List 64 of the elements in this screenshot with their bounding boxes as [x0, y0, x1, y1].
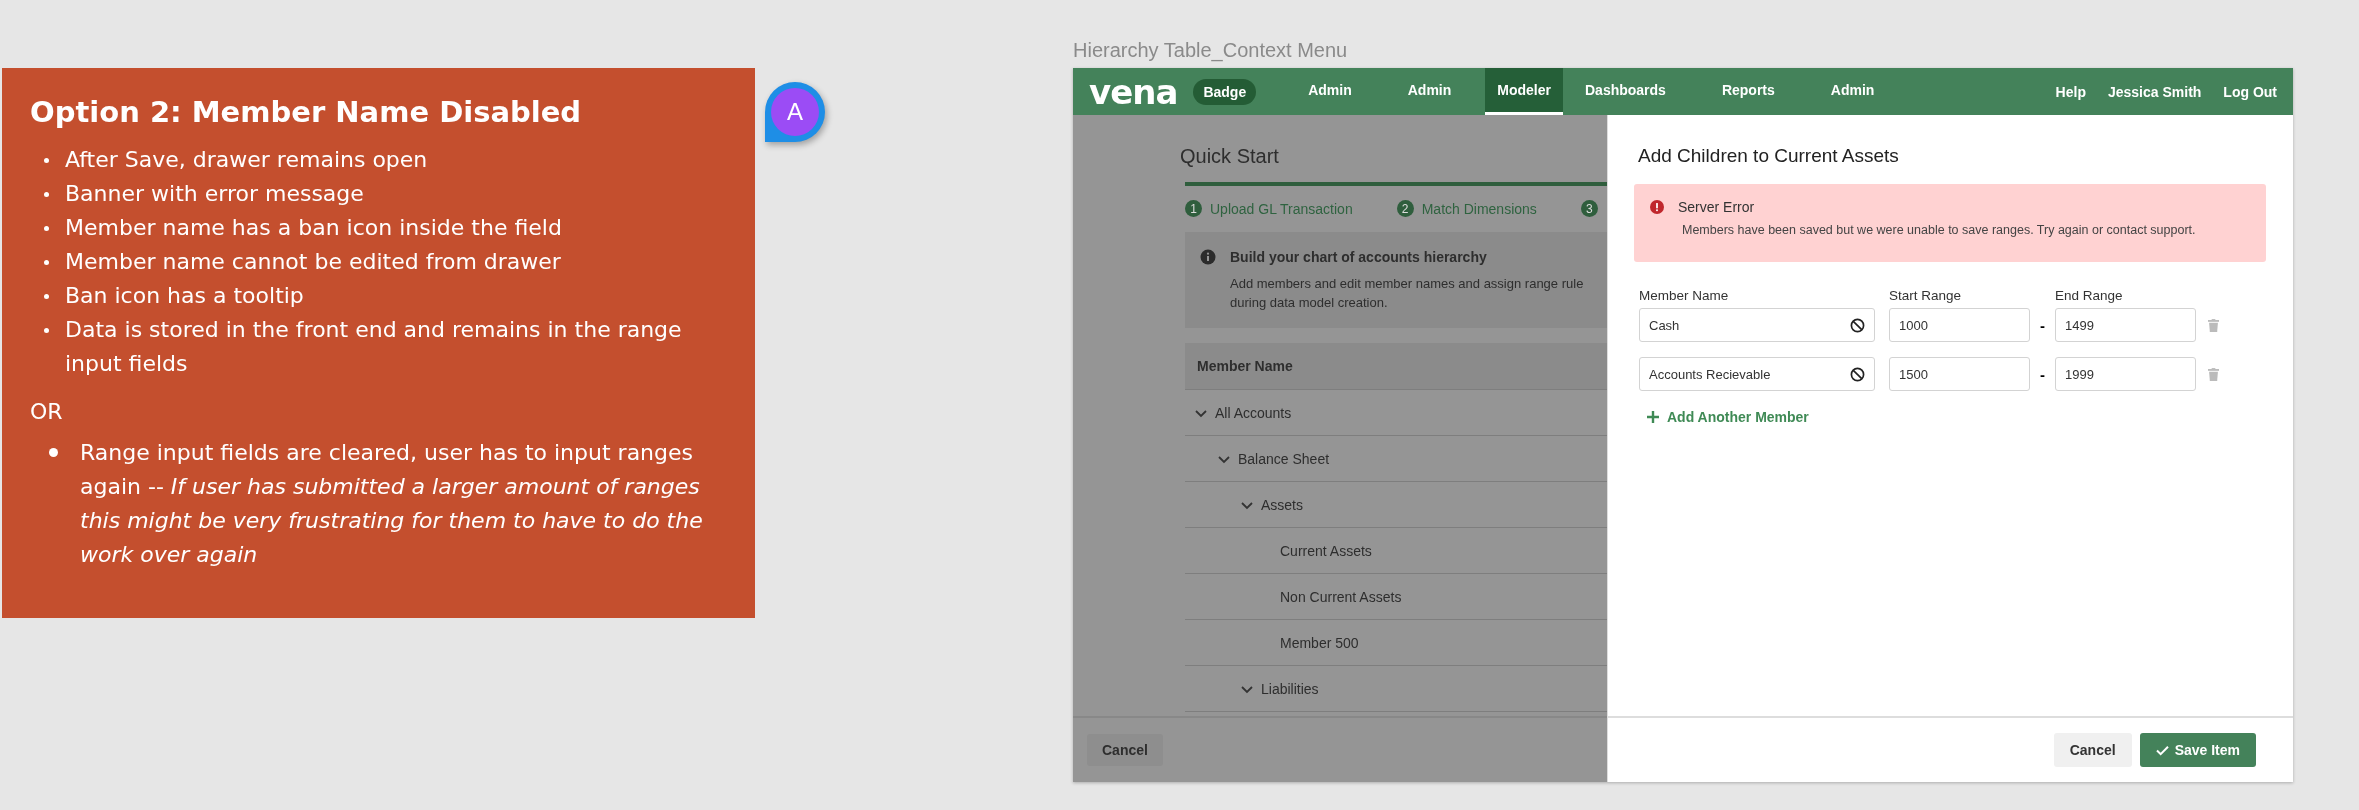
- cancel-button[interactable]: Cancel: [2053, 733, 2132, 767]
- bullet-icon: [44, 294, 49, 299]
- nav-link[interactable]: Help: [2055, 83, 2086, 100]
- add-member-button[interactable]: Add Another Member: [1647, 405, 1809, 429]
- info-text: during data model creation.: [1230, 294, 1389, 312]
- note-title: Option 2: Member Name Disabled: [30, 95, 583, 129]
- member-name-field: Accounts Recievable: [1639, 357, 1875, 391]
- nav-tab[interactable]: Reports: [1699, 68, 1797, 115]
- bullet-text: Ban icon has a tooltip: [65, 282, 304, 310]
- tree-item[interactable]: All Accounts: [1215, 404, 1292, 421]
- cancel-button[interactable]: Cancel: [1087, 734, 1163, 766]
- bullet-text: After Save, drawer remains open: [65, 146, 428, 174]
- info-title: Build your chart of accounts hierarchy: [1230, 249, 1488, 265]
- tree-item[interactable]: Assets: [1261, 496, 1303, 513]
- step-number: 2: [1396, 200, 1414, 217]
- nav-link[interactable]: Log Out: [2223, 83, 2277, 100]
- bullet-text: Data is stored in the front end and remains in the range input fields: [65, 316, 683, 378]
- bullet-text: Banner with error message: [65, 180, 364, 208]
- nav-tab[interactable]: Modeler: [1485, 68, 1563, 115]
- column-label: Member Name: [1639, 288, 1730, 303]
- range-dash: -: [2039, 316, 2046, 334]
- drawer-title: Add Children to Current Assets: [1638, 145, 1900, 167]
- nav-tab[interactable]: Admin: [1385, 68, 1474, 115]
- step-number: 1: [1185, 200, 1202, 217]
- column-header: Member Name: [1197, 358, 1293, 374]
- bullet-text: Member name cannot be edited from drawer: [65, 248, 561, 276]
- plus-icon: [1647, 411, 1659, 423]
- nav-link[interactable]: Jessica Smith: [2107, 83, 2202, 100]
- step-number: 3: [1580, 200, 1598, 217]
- error-icon: [1650, 200, 1664, 214]
- nav-tab[interactable]: Dashboards: [1563, 68, 1688, 115]
- error-message: Members have been saved but we were unable to save ranges. Try again or contact support.: [1682, 223, 2197, 237]
- tree-item[interactable]: Member 500: [1280, 634, 1359, 651]
- column-label: Start Range: [1889, 288, 1963, 303]
- nav-tab[interactable]: Admin: [1808, 68, 1897, 115]
- or-text: OR: [30, 399, 64, 424]
- bullet-text: Range input fields are cleared, user has to input ranges again -- If user has submitted a larger amount of ranges this might be very frustrating for them to have to do the work over again: [80, 439, 704, 569]
- bullet-icon: [44, 226, 49, 231]
- range-dash: -: [2039, 365, 2046, 383]
- bullet-icon: [49, 448, 58, 457]
- frame-title: Hierarchy Table_Context Menu: [1073, 38, 1349, 64]
- column-label: End Range: [2055, 288, 2124, 303]
- member-name-field: Cash: [1639, 308, 1875, 342]
- bullet-icon: [44, 260, 49, 265]
- step-label[interactable]: Match Dimensions: [1421, 200, 1537, 217]
- bullet-text: Member name has a ban icon inside the field: [65, 214, 562, 242]
- save-button[interactable]: Save Item: [2139, 733, 2256, 767]
- tree-item[interactable]: Current Assets: [1280, 542, 1372, 559]
- page-title: Quick Start: [1180, 145, 1280, 168]
- check-icon: [2155, 744, 2169, 756]
- bullet-icon: [44, 158, 49, 163]
- bullet-icon: [44, 192, 49, 197]
- error-title: Server Error: [1678, 199, 1755, 215]
- tree-item[interactable]: Balance Sheet: [1238, 450, 1330, 467]
- badge: Badge: [1193, 78, 1257, 105]
- bullet-icon: [44, 328, 49, 333]
- comment-avatar[interactable]: A: [765, 82, 825, 142]
- nav-tab[interactable]: Admin: [1286, 68, 1374, 115]
- info-icon: [1200, 249, 1216, 265]
- tree-item[interactable]: Non Current Assets: [1280, 588, 1402, 605]
- logo[interactable]: vena: [1089, 71, 1178, 112]
- step-label[interactable]: Upload GL Transaction: [1210, 200, 1353, 217]
- tree-item[interactable]: Liabilities: [1261, 680, 1319, 697]
- info-text: Add members and edit member names and assign range rule: [1230, 275, 1584, 293]
